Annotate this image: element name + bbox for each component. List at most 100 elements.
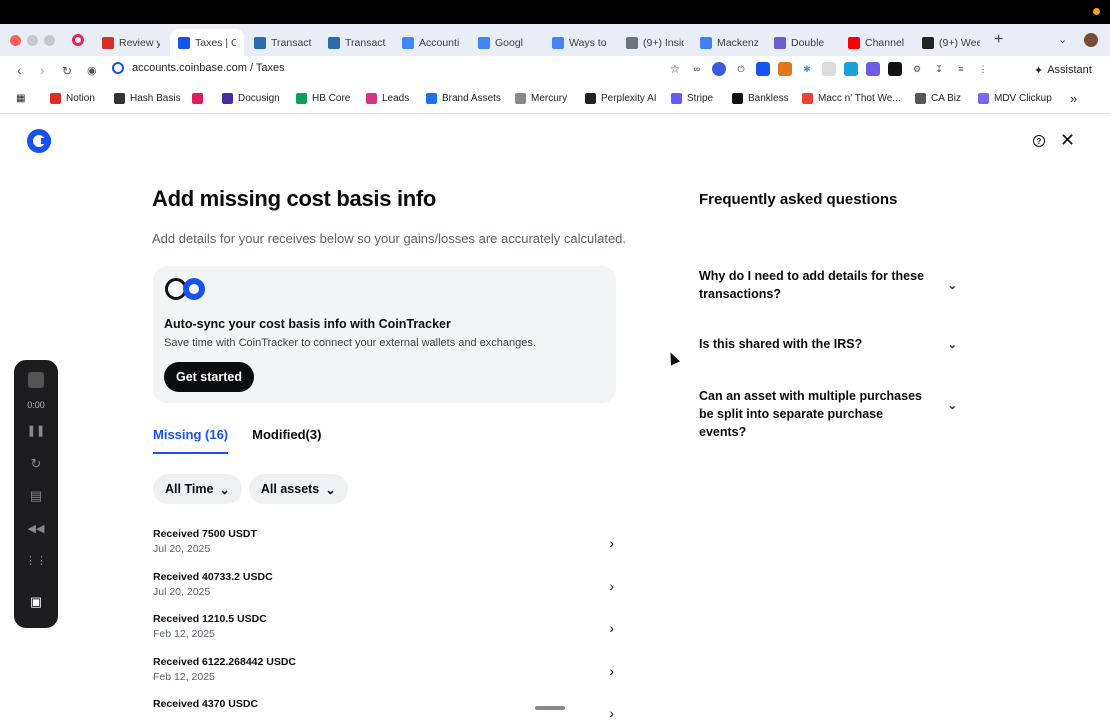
tab-modified[interactable]: Modified(3) [252,427,321,454]
rewind-icon[interactable]: ◀◀ [14,522,58,535]
bookmark-item[interactable]: Stripe [671,93,713,104]
status-dot-icon [1093,8,1100,15]
bookmark-item[interactable]: Mercury [515,93,567,104]
list-item[interactable]: Received 7500 USDT Jul 20, 2025 › [153,528,618,571]
grid-icon[interactable]: ⋮⋮ [14,554,58,567]
extension-icon[interactable] [822,62,836,76]
bookmark-favicon-icon [426,93,437,104]
bookmark-item[interactable]: HB Core [296,93,350,104]
link-icon[interactable]: ∞ [690,62,704,76]
bookmark-item[interactable]: Brand Assets [426,93,501,104]
more-bookmarks-icon[interactable]: » [1070,91,1077,106]
apps-grid-icon[interactable]: ▦ [16,93,25,104]
minimize-window-button[interactable] [27,35,38,46]
bookmark-favicon-icon [366,93,377,104]
chevron-right-icon: › [609,662,614,679]
assistant-icon: ✦ [1034,65,1044,77]
puzzle-icon[interactable]: ⚙ [910,62,924,76]
menu-icon[interactable]: ≡ [954,62,968,76]
close-icon[interactable]: ✕ [1060,130,1075,151]
k-icon [328,36,340,49]
camera-icon[interactable]: ▣ [14,594,58,610]
recording-indicator-icon [72,34,84,46]
forward-button[interactable]: › [40,62,45,78]
get-started-button[interactable]: Get started [164,362,254,392]
tab-list-chevron-icon[interactable]: ⌄ [1058,33,1067,46]
chevron-right-icon: › [609,535,614,551]
scroll-indicator[interactable] [535,706,565,710]
page-subtitle: Add details for your receives below so y… [152,231,627,246]
power-icon[interactable]: ⏻ [734,62,748,76]
list-item[interactable]: Received 1210.5 USDC Feb 12, 2025 › [153,613,618,656]
faq-item[interactable]: Is this shared with the IRS? ⌄ [699,335,959,353]
close-window-button[interactable] [10,35,21,46]
zoom-window-button[interactable] [44,35,55,46]
browser-tab[interactable]: Transacti [320,29,394,56]
time-filter-dropdown[interactable]: All Time ⌄ [153,474,242,504]
faq-item[interactable]: Why do I need to add details for these t… [699,267,959,303]
bookmark-item[interactable]: Hash Basis [114,93,181,104]
microphone-icon[interactable]: ◉ [87,64,97,77]
asset-filter-dropdown[interactable]: All assets ⌄ [248,474,348,504]
browser-tab[interactable]: (9+) Insid [618,29,692,56]
chevron-right-icon: › [609,620,614,636]
profile-avatar[interactable] [1084,33,1098,47]
help-icon[interactable]: ? [1033,135,1045,147]
bookmark-item[interactable]: Bankless [732,93,789,104]
stop-recording-button[interactable] [28,372,44,388]
browser-tab[interactable]: Ways to [544,29,618,56]
calendar-icon [700,36,712,49]
restart-icon[interactable]: ↻ [14,456,58,472]
browser-tab[interactable]: Googl [470,29,544,56]
browser-tab[interactable]: Taxes | C [170,29,244,56]
extension-icon[interactable] [844,62,858,76]
chevron-down-icon: ⌄ [219,482,230,497]
browser-tab[interactable]: (9+) Wee [914,29,988,56]
back-button[interactable]: ‹ [17,62,22,78]
tab-missing[interactable]: Missing (16) [153,427,229,454]
audio-icon[interactable]: ⋮ [976,62,990,76]
system-menubar [0,0,1110,24]
metamask-icon[interactable] [778,62,792,76]
bookmark-item[interactable]: Perplexity AI [585,93,657,104]
bookmark-label: Bankless [748,93,789,104]
notion-icon [922,36,934,49]
download-icon[interactable]: ↧ [932,62,946,76]
extension-icon[interactable] [866,62,880,76]
coinbase-logo[interactable] [27,129,51,153]
bookmark-item[interactable]: Docusign [222,93,280,104]
bookmark-item[interactable] [192,93,203,104]
bookmark-item[interactable]: MDV Clickup [978,93,1052,104]
sparkle-icon[interactable]: ✱ [800,62,814,76]
pause-icon[interactable]: ❚❚ [14,424,58,437]
recording-timer: 0:00 [27,400,45,410]
bookmark-item[interactable]: Notion [50,93,95,104]
list-item[interactable]: Received 6122.268442 USDC Feb 12, 2025 › [153,656,618,699]
browser-tab[interactable]: Accounti [394,29,468,56]
reload-button[interactable]: ↻ [62,64,72,78]
tab-label: Double [791,36,825,49]
new-tab-button[interactable]: + [994,31,1003,49]
onepassword-icon[interactable] [712,62,726,76]
bookmark-item[interactable]: Macc n' Thot We... [802,93,901,104]
browser-tab[interactable]: Review y [94,29,168,56]
extension-icon[interactable] [888,62,902,76]
browser-window: Review y Taxes | C Transacti Transacti Accou… [0,24,1110,720]
assistant-button[interactable]: ✦ Assistant [1034,64,1092,77]
gmail-icon [102,36,114,49]
browser-tab[interactable]: Mackenz [692,29,766,56]
faq-item[interactable]: Can an asset with multiple purchases be … [699,387,959,441]
bookmark-item[interactable]: Leads [366,93,409,104]
browser-tab[interactable]: Transacti [246,29,320,56]
trash-icon[interactable]: ▤ [14,488,58,504]
bookmark-item[interactable]: CA Biz [915,93,961,104]
browser-tab[interactable]: Channel [840,29,914,56]
list-item[interactable]: Received 40733.2 USDC Jul 20, 2025 › [153,571,618,614]
browser-tab[interactable]: Double [766,29,840,56]
youtube-icon [848,36,860,49]
star-icon[interactable]: ☆ [668,62,682,76]
address-bar[interactable]: accounts.coinbase.com / Taxes [112,62,285,74]
tab-label: Review y [119,36,160,49]
extension-badge-icon[interactable] [756,62,770,76]
tab-label: Channel [865,36,905,49]
